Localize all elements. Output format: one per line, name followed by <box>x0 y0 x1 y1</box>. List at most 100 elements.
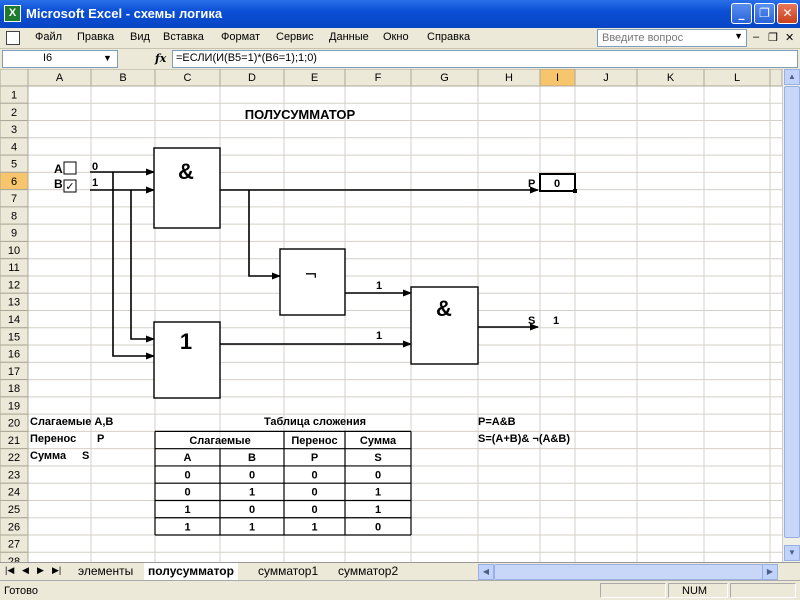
scroll-up-icon[interactable]: ▲ <box>784 69 800 85</box>
last-sheet-icon[interactable]: ▶| <box>52 565 61 576</box>
menu-file[interactable]: Файл <box>35 31 62 43</box>
column-header-G[interactable]: G <box>440 72 449 84</box>
column-header-F[interactable]: F <box>375 72 382 84</box>
column-header-A[interactable]: A <box>56 72 64 84</box>
input-a-checkbox[interactable] <box>63 161 77 175</box>
menu-format[interactable]: Формат <box>221 31 260 43</box>
column-header-B[interactable]: B <box>119 72 126 84</box>
row-header-19[interactable]: 19 <box>8 400 20 412</box>
restore-button[interactable]: ❐ <box>754 3 775 24</box>
row-header-7[interactable]: 7 <box>11 193 17 205</box>
status-panel <box>600 583 666 598</box>
column-header-K[interactable]: K <box>667 72 675 84</box>
row-header-16[interactable]: 16 <box>8 349 20 361</box>
output-s-label: S <box>528 315 535 327</box>
doc-restore-button[interactable]: ❐ <box>768 31 778 44</box>
vertical-scroll-thumb[interactable] <box>784 86 800 538</box>
menu-tools[interactable]: Сервис <box>276 31 314 43</box>
row-header-8[interactable]: 8 <box>11 210 17 222</box>
chevron-down-icon[interactable]: ▼ <box>734 31 743 41</box>
scroll-right-icon[interactable]: ▶ <box>762 564 778 580</box>
column-header-E[interactable]: E <box>311 72 318 84</box>
row-header-22[interactable]: 22 <box>8 452 20 464</box>
window-title: Microsoft Excel - схемы логика <box>26 6 223 21</box>
row-header-26[interactable]: 26 <box>8 521 20 533</box>
menu-data[interactable]: Данные <box>329 31 369 43</box>
row-header-23[interactable]: 23 <box>8 469 20 481</box>
horizontal-scrollbar[interactable]: ◀ ▶ <box>478 564 778 580</box>
row-header-18[interactable]: 18 <box>8 383 20 395</box>
fill-handle[interactable] <box>573 189 577 193</box>
workbook-icon[interactable] <box>6 31 20 45</box>
minimize-button[interactable]: _ <box>731 3 752 24</box>
first-sheet-icon[interactable]: |◀ <box>5 565 14 576</box>
row-header-3[interactable]: 3 <box>11 124 17 136</box>
table-cell: 0 <box>375 521 381 533</box>
row-header-9[interactable]: 9 <box>11 228 17 240</box>
table-cell: 1 <box>311 521 317 533</box>
help-question-input[interactable]: Введите вопрос ▼ <box>597 29 747 47</box>
row-header-10[interactable]: 10 <box>8 245 20 257</box>
row-header-2[interactable]: 2 <box>11 107 17 119</box>
next-sheet-icon[interactable]: ▶ <box>37 565 44 576</box>
column-header-H[interactable]: H <box>505 72 513 84</box>
row-header-6[interactable]: 6 <box>11 176 17 188</box>
or-gate-symbol: 1 <box>180 329 192 354</box>
doc-minimize-button[interactable]: – <box>753 31 759 43</box>
table-cell: 0 <box>249 469 255 481</box>
chevron-down-icon[interactable]: ▼ <box>103 53 112 63</box>
scroll-left-icon[interactable]: ◀ <box>478 564 494 580</box>
menu-insert[interactable]: Вставка <box>163 31 204 43</box>
table-cell: 0 <box>184 487 190 499</box>
column-header-C[interactable]: C <box>184 72 192 84</box>
table-header-addends: Слагаемые <box>189 435 250 447</box>
menu-help[interactable]: Справка <box>427 31 470 43</box>
horizontal-scroll-thumb[interactable] <box>494 564 763 580</box>
and-gate-2-symbol: & <box>436 296 452 321</box>
row-header-1[interactable]: 1 <box>11 90 17 102</box>
row-header-25[interactable]: 25 <box>8 504 20 516</box>
prev-sheet-icon[interactable]: ◀ <box>22 565 29 576</box>
vertical-scrollbar[interactable]: ▲ ▼ <box>782 69 800 562</box>
column-header-D[interactable]: D <box>248 72 256 84</box>
table-subheader: P <box>311 452 318 464</box>
or-out-value: 1 <box>376 330 382 342</box>
menu-edit[interactable]: Правка <box>77 31 114 43</box>
menu-window[interactable]: Окно <box>383 31 409 43</box>
status-text: Готово <box>4 585 38 597</box>
tab-elements[interactable]: элементы <box>74 563 137 580</box>
row-header-15[interactable]: 15 <box>8 331 20 343</box>
tab-adder2[interactable]: сумматор2 <box>334 563 402 580</box>
row-header-14[interactable]: 14 <box>8 314 20 326</box>
row-header-12[interactable]: 12 <box>8 279 20 291</box>
checkmark-icon: ✓ <box>65 180 74 193</box>
formula-p-text: P=A&B <box>478 416 516 428</box>
column-header-I[interactable]: I <box>556 72 559 84</box>
scroll-down-icon[interactable]: ▼ <box>784 545 800 561</box>
doc-close-button[interactable]: ✕ <box>785 31 794 44</box>
menu-view[interactable]: Вид <box>130 31 150 43</box>
row-header-27[interactable]: 27 <box>8 539 20 551</box>
circuit-title: ПОЛУСУММАТОР <box>245 107 356 122</box>
row-header-21[interactable]: 21 <box>8 435 20 447</box>
worksheet-grid[interactable]: A B C D E F G H I J K L1234567891011121314151617181… <box>0 69 800 562</box>
name-box[interactable]: I6 ▼ <box>2 50 118 68</box>
table-header-sum: Сумма <box>360 435 397 447</box>
row-header-17[interactable]: 17 <box>8 366 20 378</box>
column-header-L[interactable]: L <box>734 72 740 84</box>
column-header-J[interactable]: J <box>603 72 609 84</box>
row-header-13[interactable]: 13 <box>8 297 20 309</box>
row-header-4[interactable]: 4 <box>11 141 17 153</box>
row-header-20[interactable]: 20 <box>8 418 20 430</box>
formula-input[interactable]: =ЕСЛИ(И(B5=1)*(B6=1);1;0) <box>172 50 798 68</box>
truth-table: Слагаемые Перенос Сумма A B P S 0 0 0 0 0 1 0 1 1 0 0 1 1 1 1… <box>154 430 412 536</box>
row-header-11[interactable]: 11 <box>8 262 19 274</box>
tab-adder1[interactable]: сумматор1 <box>254 563 322 580</box>
row-header-24[interactable]: 24 <box>8 487 20 499</box>
fx-icon[interactable]: fx <box>155 52 166 65</box>
not-out-value: 1 <box>376 280 382 292</box>
excel-app-icon[interactable]: X <box>4 5 21 22</box>
row-header-5[interactable]: 5 <box>11 159 17 171</box>
close-button[interactable]: ✕ <box>777 3 798 24</box>
tab-half-adder[interactable]: полусумматор <box>144 563 238 580</box>
